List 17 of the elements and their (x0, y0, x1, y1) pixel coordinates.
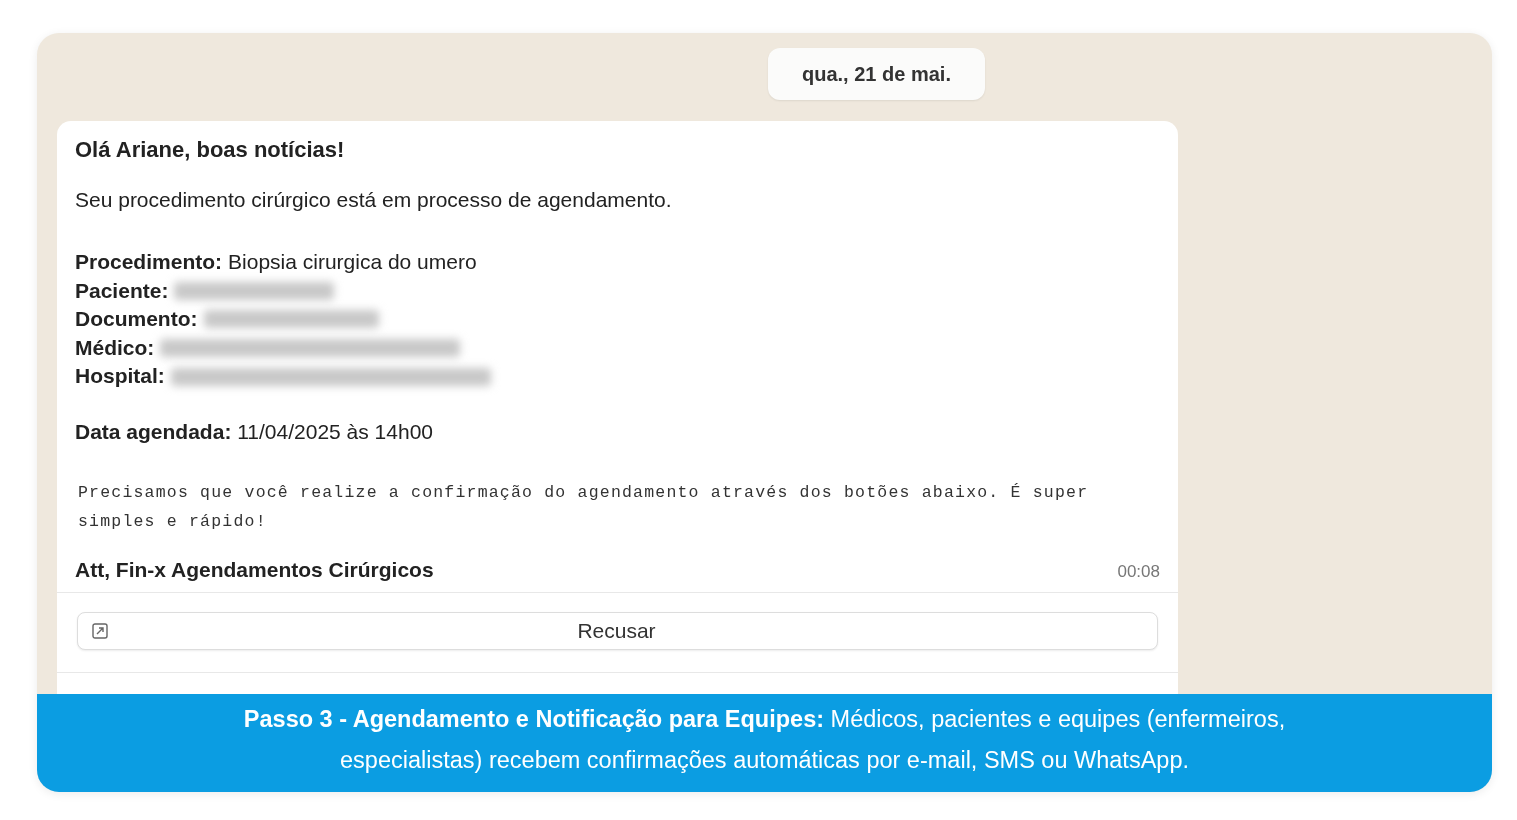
field-value: 11/04/2025 às 14h00 (237, 419, 433, 443)
date-chip: qua., 21 de mai. (768, 48, 985, 100)
field-label: Médico: (75, 334, 155, 361)
message-note: Precisamos que você realize a confirmação do agendamento através dos botões abaixo. É super simples e rápido! (78, 481, 1090, 533)
caption-text: Passo 3 - Agendamento e Notificação para Equipes: Médicos, pacientes e equipes (enfermeiros, especialistas) recebem confirmações automáticas por e-mail, SMS ou WhatsApp. (242, 705, 1287, 775)
field-label: Procedimento: (75, 249, 223, 275)
message-time: 00:08 (1117, 561, 1160, 582)
field-label: Paciente: (75, 277, 169, 304)
field-value: Biopsia cirurgica do umero (228, 249, 477, 275)
external-link-icon (92, 622, 108, 639)
reply-button[interactable]: Recusar (77, 611, 1158, 650)
field-label: Data agendada: (75, 419, 232, 443)
field-label: Documento: (75, 306, 198, 333)
message-text: Seu procedimento cirúrgico está em processo de agendamento. (75, 188, 673, 212)
message-greeting: Olá Ariane, boas notícias! (75, 137, 346, 163)
message-signature: Att, Fin-x Agendamentos Cirúrgicos (75, 557, 434, 582)
field-label: Hospital: (75, 363, 165, 390)
